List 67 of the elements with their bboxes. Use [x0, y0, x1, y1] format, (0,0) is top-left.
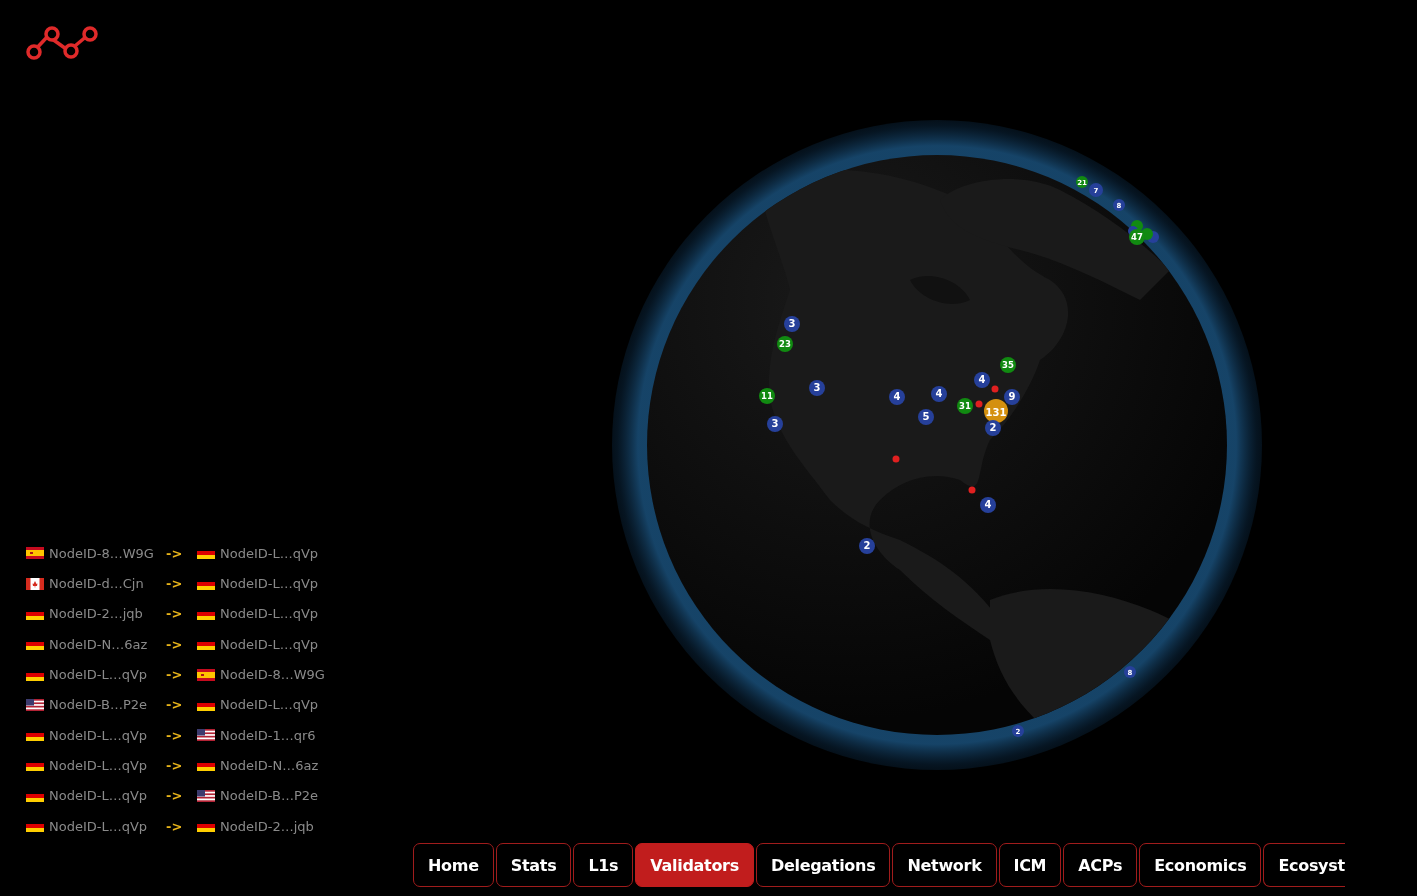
nav-tab[interactable]: Economics — [1139, 843, 1262, 887]
arrow-text: -> — [166, 576, 184, 592]
nav-tab[interactable]: Home — [413, 843, 494, 887]
nav-tab[interactable]: Delegations — [755, 843, 891, 887]
usa-flag-icon — [26, 698, 44, 711]
node-id: NodeID-L…qVp — [220, 545, 319, 561]
cluster-marker[interactable]: 3 — [784, 316, 800, 332]
arrow-text: -> — [166, 788, 184, 804]
cluster-marker[interactable]: 4 — [980, 497, 996, 513]
nav-tab[interactable]: Stats — [495, 843, 572, 887]
node-id: NodeID-8…W9G — [220, 667, 325, 682]
node-id: NodeID-L…qVp — [220, 576, 319, 592]
nav-tab[interactable]: L1s — [573, 843, 634, 887]
node-id: NodeID-B…P2e — [49, 697, 148, 713]
usa-flag-icon — [197, 729, 215, 742]
nav-tab[interactable]: Ecosyst — [1263, 843, 1345, 887]
node-id: NodeID-L…qVp — [49, 667, 148, 682]
spain-flag-icon — [26, 547, 44, 560]
node-id: NodeID-2…jqb — [49, 606, 143, 622]
arrow-text: -> — [166, 667, 184, 682]
node-id: NodeID-L…qVp — [220, 636, 319, 652]
arrow-text: -> — [166, 727, 184, 743]
node-id: NodeID-L…qVp — [49, 818, 148, 834]
nav-tab[interactable]: ACPs — [1063, 843, 1138, 887]
location-dot — [968, 486, 976, 494]
cluster-marker[interactable]: 9 — [1004, 389, 1020, 405]
cluster-marker[interactable]: 2 — [859, 538, 875, 554]
node-id: NodeID-8…W9G — [49, 545, 154, 561]
node-id: NodeID-L…qVp — [49, 727, 148, 743]
arrow-text: -> — [166, 818, 184, 834]
node-id: NodeID-L…qVp — [49, 788, 148, 804]
location-dot — [892, 455, 900, 463]
cluster-marker[interactable]: 4 — [889, 389, 905, 405]
arrow-text: -> — [166, 697, 184, 713]
cluster-marker[interactable]: 31 — [957, 398, 973, 414]
location-dot — [975, 400, 983, 408]
nav-tab[interactable]: Network — [892, 843, 997, 887]
usa-flag-icon — [197, 789, 215, 802]
arrow-text: -> — [166, 545, 184, 561]
node-id: NodeID-L…qVp — [220, 606, 319, 622]
canada-flag-icon — [26, 577, 44, 590]
cluster-marker[interactable]: 3 — [809, 380, 825, 396]
node-id: NodeID-L…qVp — [220, 697, 319, 713]
spain-flag-icon — [197, 668, 215, 681]
cluster-marker[interactable]: 3 — [767, 416, 783, 432]
cluster-marker[interactable]: 23 — [777, 336, 793, 352]
node-id: NodeID-L…qVp — [49, 757, 148, 773]
location-dot — [991, 385, 999, 393]
cluster-marker[interactable]: 35 — [1000, 357, 1016, 373]
cluster-marker[interactable]: 5 — [918, 409, 934, 425]
node-id: NodeID-1…qr6 — [220, 727, 316, 743]
cluster-marker[interactable]: 11 — [759, 388, 775, 404]
cluster-marker[interactable]: 47 — [1129, 229, 1145, 245]
nav-tab[interactable]: Validators — [635, 843, 754, 887]
cluster-marker[interactable]: 2 — [985, 420, 1001, 436]
cluster-marker[interactable]: 4 — [931, 386, 947, 402]
node-id: NodeID-N…6az — [220, 757, 319, 773]
logo-icon[interactable] — [24, 24, 100, 62]
node-id: NodeID-N…6az — [49, 636, 148, 652]
cluster-marker[interactable]: 4 — [974, 372, 990, 388]
arrow-text: -> — [166, 757, 184, 773]
node-id: NodeID-d…Cjn — [49, 576, 144, 592]
arrow-text: -> — [166, 606, 184, 622]
nav-tab[interactable]: ICM — [998, 843, 1062, 887]
node-id: NodeID-2…jqb — [220, 818, 314, 834]
node-id: NodeID-B…P2e — [220, 788, 319, 804]
arrow-text: -> — [166, 636, 184, 652]
